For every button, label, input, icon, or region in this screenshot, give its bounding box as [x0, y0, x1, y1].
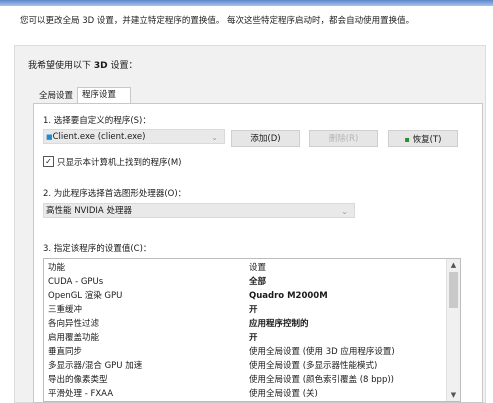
chevron-down-icon: ⌄	[211, 133, 218, 142]
window-header-bar	[0, 0, 493, 6]
only-show-checkbox[interactable]: ✓	[43, 156, 54, 167]
setting-cell: 应用程序控制的	[249, 319, 309, 329]
feature-cell: 各向异性过滤	[48, 319, 100, 329]
delete-button[interactable]: 删除(R)	[309, 130, 378, 147]
setting-cell: 开	[249, 305, 258, 315]
step2-label: 2. 为此程序选择首选图形处理器(O)：	[43, 189, 187, 199]
setting-cell: 全部	[249, 277, 267, 287]
settings-heading: 我希望使用以下 3D 设置：	[28, 61, 138, 71]
table-row[interactable]: 启用覆盖功能 开	[44, 331, 444, 345]
settings-list: 功能 设置 CUDA - GPUs 全部 OpenGL 渲染 GPU Quadro …	[43, 258, 461, 402]
only-show-label: 只显示本计算机上找到的程序(M)	[57, 158, 182, 168]
table-row[interactable]: 多显示器/混合 GPU 加速 使用全局设置 (多显示器性能模式)	[44, 359, 444, 373]
scrollbar-thumb[interactable]	[449, 272, 458, 308]
setting-cell: 使用全局设置 (颜色索引覆盖 (8 bpp))	[249, 375, 394, 385]
step1-label: 1. 选择要自定义的程序(S)：	[43, 116, 151, 126]
program-icon: ■	[46, 133, 53, 141]
table-row[interactable]: 各向异性过滤 应用程序控制的	[44, 317, 444, 331]
feature-cell: 垂直同步	[48, 347, 83, 357]
table-row[interactable]: 三重缓冲 开	[44, 303, 444, 317]
table-row[interactable]: 垂直同步 使用全局设置 (使用 3D 应用程序设置)	[44, 345, 444, 359]
column-feature-header[interactable]: 功能	[48, 261, 65, 275]
feature-cell: 平滑处理 - FXAA	[48, 389, 114, 399]
table-row[interactable]: 平滑处理 - FXAA 使用全局设置 (关)	[44, 387, 444, 401]
feature-cell: 多显示器/混合 GPU 加速	[48, 361, 143, 371]
table-row[interactable]: CUDA - GPUs 全部	[44, 275, 444, 289]
page-description: 您可以更改全局 3D 设置，并建立特定程序的置换值。 每次这些特定程序启动时，都…	[20, 16, 415, 26]
chevron-down-icon: ⌄	[341, 207, 348, 216]
restore-button[interactable]: ▪ 恢复(T)	[388, 130, 458, 147]
setting-cell: Quadro M2000M	[249, 291, 328, 301]
table-row[interactable]: 导出的像素类型 使用全局设置 (颜色索引覆盖 (8 bpp))	[44, 373, 444, 387]
setting-cell: 使用全局设置 (多显示器性能模式)	[249, 361, 378, 371]
feature-cell: 三重缓冲	[48, 305, 83, 315]
column-setting-header[interactable]: 设置	[249, 261, 266, 275]
restore-label: 恢复(T)	[412, 135, 442, 145]
list-scrollbar[interactable]: ▲ ▼	[446, 259, 460, 401]
program-select[interactable]: ■Client.exe (client.exe) ⌄	[43, 129, 225, 144]
gpu-select-value: 高性能 NVIDIA 处理器	[46, 206, 132, 216]
feature-cell: OpenGL 渲染 GPU	[48, 291, 123, 301]
setting-cell: 使用全局设置 (使用 3D 应用程序设置)	[249, 347, 395, 357]
step3-label: 3. 指定该程序的设置值(C)：	[43, 244, 152, 254]
restore-icon: ▪	[404, 135, 410, 144]
list-header: 功能 设置	[44, 261, 444, 275]
setting-cell: 使用全局设置 (关)	[249, 389, 318, 399]
gpu-select[interactable]: 高性能 NVIDIA 处理器 ⌄	[43, 203, 355, 218]
setting-cell: 开	[249, 333, 258, 343]
scroll-down-icon[interactable]: ▼	[447, 389, 460, 401]
program-select-value: Client.exe (client.exe)	[52, 132, 146, 142]
scroll-up-icon[interactable]: ▲	[447, 259, 460, 271]
add-button[interactable]: 添加(D)	[231, 130, 300, 147]
feature-cell: 启用覆盖功能	[48, 333, 100, 343]
feature-cell: 导出的像素类型	[48, 375, 108, 385]
table-row[interactable]: OpenGL 渲染 GPU Quadro M2000M	[44, 289, 444, 303]
feature-cell: CUDA - GPUs	[48, 277, 104, 287]
